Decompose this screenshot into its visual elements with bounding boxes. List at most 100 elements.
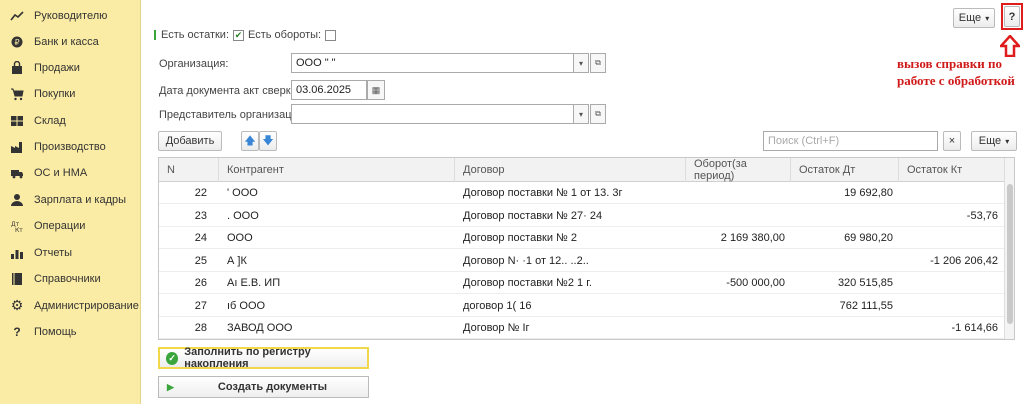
- help-highlight-box: [1001, 3, 1023, 30]
- sidebar-item-salary[interactable]: Зарплата и кадры: [0, 188, 141, 212]
- organization-open-button[interactable]: ⧉: [590, 53, 606, 73]
- sidebar-item-label: Руководителю: [34, 10, 108, 22]
- move-down-button[interactable]: 🡇: [259, 131, 277, 151]
- representative-open-button[interactable]: ⧉: [590, 104, 606, 124]
- date-field[interactable]: 03.06.2025: [291, 80, 367, 100]
- sidebar-item-purchases[interactable]: Покупки: [0, 82, 141, 106]
- cell-turnover: [686, 317, 791, 339]
- table-row[interactable]: 24 ООО Договор поставки № 2 2 169 380,00 69…: [159, 227, 1004, 249]
- column-header-contract[interactable]: Договор: [455, 158, 686, 182]
- create-documents-button[interactable]: ▶ Создать документы: [158, 376, 369, 398]
- chevron-down-icon: ▾: [1005, 136, 1010, 146]
- create-label: Создать документы: [217, 381, 328, 393]
- arrow-down-icon: 🡇: [262, 134, 274, 147]
- cell-turnover: [686, 250, 791, 272]
- chart-line-icon: [10, 9, 24, 23]
- book-icon: [10, 272, 24, 286]
- sidebar-item-manager[interactable]: Руководителю: [0, 4, 141, 28]
- open-link-icon: ⧉: [595, 58, 601, 67]
- cell-contractor: ıб ООО: [227, 299, 266, 312]
- cell-credit: -1 206 206,42: [930, 254, 998, 267]
- sidebar-item-catalogs[interactable]: Справочники: [0, 267, 141, 291]
- sidebar-item-fixed-assets[interactable]: ОС и НМА: [0, 161, 141, 185]
- play-icon: ▶: [167, 381, 174, 392]
- chevron-down-icon: ▾: [578, 109, 583, 119]
- table-more-button[interactable]: Еще ▾: [971, 131, 1017, 151]
- clear-search-button[interactable]: ×: [943, 131, 961, 151]
- organization-label: Организация:: [159, 58, 229, 70]
- check-circle-icon: ✓: [166, 351, 179, 365]
- search-input[interactable]: Поиск (Ctrl+F): [763, 131, 938, 151]
- table-row[interactable]: 22 ' ООО Договор поставки № 1 от 13. 3г 19 …: [159, 182, 1004, 204]
- cell-credit: [899, 295, 1004, 317]
- move-up-button[interactable]: 🡅: [241, 131, 259, 151]
- representative-field[interactable]: [291, 104, 574, 124]
- table-header: N Контрагент Договор Оборот(за период) О…: [159, 158, 1004, 182]
- cell-n: 23: [194, 209, 207, 222]
- cell-debit: 19 692,80: [844, 187, 893, 199]
- sidebar-item-label: Продажи: [34, 62, 80, 74]
- sidebar-item-reports[interactable]: Отчеты: [0, 241, 141, 265]
- table-row[interactable]: 27 ıб ООО договор 1( 16 762 111,55: [159, 295, 1004, 317]
- sidebar-item-sales[interactable]: Продажи: [0, 56, 141, 80]
- add-button[interactable]: Добавить: [158, 131, 222, 151]
- cell-credit: -53,76: [966, 209, 998, 222]
- more-menu-button[interactable]: Еще ▾: [953, 8, 995, 28]
- column-header-turnover[interactable]: Оборот(за период): [686, 158, 791, 182]
- cell-contractor: А ]К: [227, 254, 247, 267]
- cell-turnover: 2 169 380,00: [720, 232, 785, 244]
- cell-n: 24: [194, 232, 207, 244]
- cell-debit: [791, 205, 899, 227]
- svg-text:₽: ₽: [14, 38, 19, 47]
- has-balances-label: Есть остатки:: [161, 29, 229, 41]
- sidebar-item-bank[interactable]: ₽ Банк и касса: [0, 30, 141, 54]
- table-row[interactable]: 28 ЗАВОД ООО Договор № Іг -1 614,66: [159, 317, 1004, 339]
- organization-dropdown-button[interactable]: ▾: [573, 53, 589, 73]
- sidebar-item-warehouse[interactable]: Склад: [0, 109, 141, 133]
- cell-contractor: ' ООО: [227, 187, 258, 199]
- cart-icon: [10, 87, 24, 101]
- table-scrollbar[interactable]: [1004, 158, 1014, 339]
- cell-n: 25: [194, 254, 207, 267]
- cell-contract: Договор поставки № 1 от 13. 3г: [463, 187, 623, 199]
- has-turnover-label: Есть обороты:: [248, 29, 322, 41]
- sidebar-item-admin[interactable]: ⚙ Администрирование: [0, 294, 141, 318]
- cell-contract: Договор N· ·1 от 12.. ..2..: [463, 254, 589, 267]
- cell-n: 22: [194, 187, 207, 199]
- sidebar-item-label: ОС и НМА: [34, 167, 88, 179]
- cell-contract: Договор № Іг: [463, 322, 530, 334]
- sidebar-item-operations[interactable]: Дт Кт Операции: [0, 214, 141, 238]
- flags-row: Есть остатки: ✔ Есть обороты:: [161, 28, 337, 42]
- table-row[interactable]: 26 Аı Е.В. ИП Договор поставки №2 1 г. -500…: [159, 272, 1004, 294]
- sidebar-item-production[interactable]: Производство: [0, 135, 141, 159]
- column-header-contractor[interactable]: Контрагент: [219, 158, 455, 182]
- column-header-debit[interactable]: Остаток Дт: [791, 158, 899, 182]
- cell-debit: [791, 250, 899, 272]
- sidebar-item-label: Справочники: [34, 273, 101, 285]
- calendar-button[interactable]: ▦: [367, 80, 385, 100]
- has-turnover-checkbox[interactable]: [325, 29, 337, 41]
- chevron-down-icon: ▾: [578, 58, 583, 68]
- representative-dropdown-button[interactable]: ▾: [573, 104, 589, 124]
- arrow-up-icon: 🡅: [244, 134, 256, 147]
- person-icon: [10, 193, 24, 207]
- shopping-bag-icon: [10, 61, 24, 75]
- column-header-n[interactable]: N: [159, 158, 219, 182]
- cell-turnover: [686, 295, 791, 317]
- chevron-down-icon: ▾: [985, 13, 990, 23]
- cell-debit: 320 515,85: [837, 277, 893, 289]
- organization-field[interactable]: ООО " ": [291, 53, 574, 73]
- column-header-credit[interactable]: Остаток Кт: [899, 158, 1004, 182]
- cell-credit: [899, 227, 1004, 249]
- cell-n: 27: [194, 299, 207, 312]
- sidebar-item-help[interactable]: ? Помощь: [0, 320, 141, 344]
- cell-contract: Договор поставки № 2: [463, 232, 578, 244]
- representative-label: Представитель организации:: [159, 109, 307, 121]
- fill-from-register-button[interactable]: ✓ Заполнить по регистру накопления: [158, 346, 369, 370]
- table-row[interactable]: 23 . ООО Договор поставки № 27· 24 -53,76: [159, 205, 1004, 227]
- has-balances-checkbox[interactable]: ✔: [233, 29, 244, 41]
- sidebar-item-label: Банк и касса: [34, 36, 99, 48]
- cell-credit: [899, 272, 1004, 294]
- scrollbar-thumb[interactable]: [1007, 184, 1013, 324]
- table-row[interactable]: 25 А ]К Договор N· ·1 от 12.. ..2.. -1 206 …: [159, 250, 1004, 272]
